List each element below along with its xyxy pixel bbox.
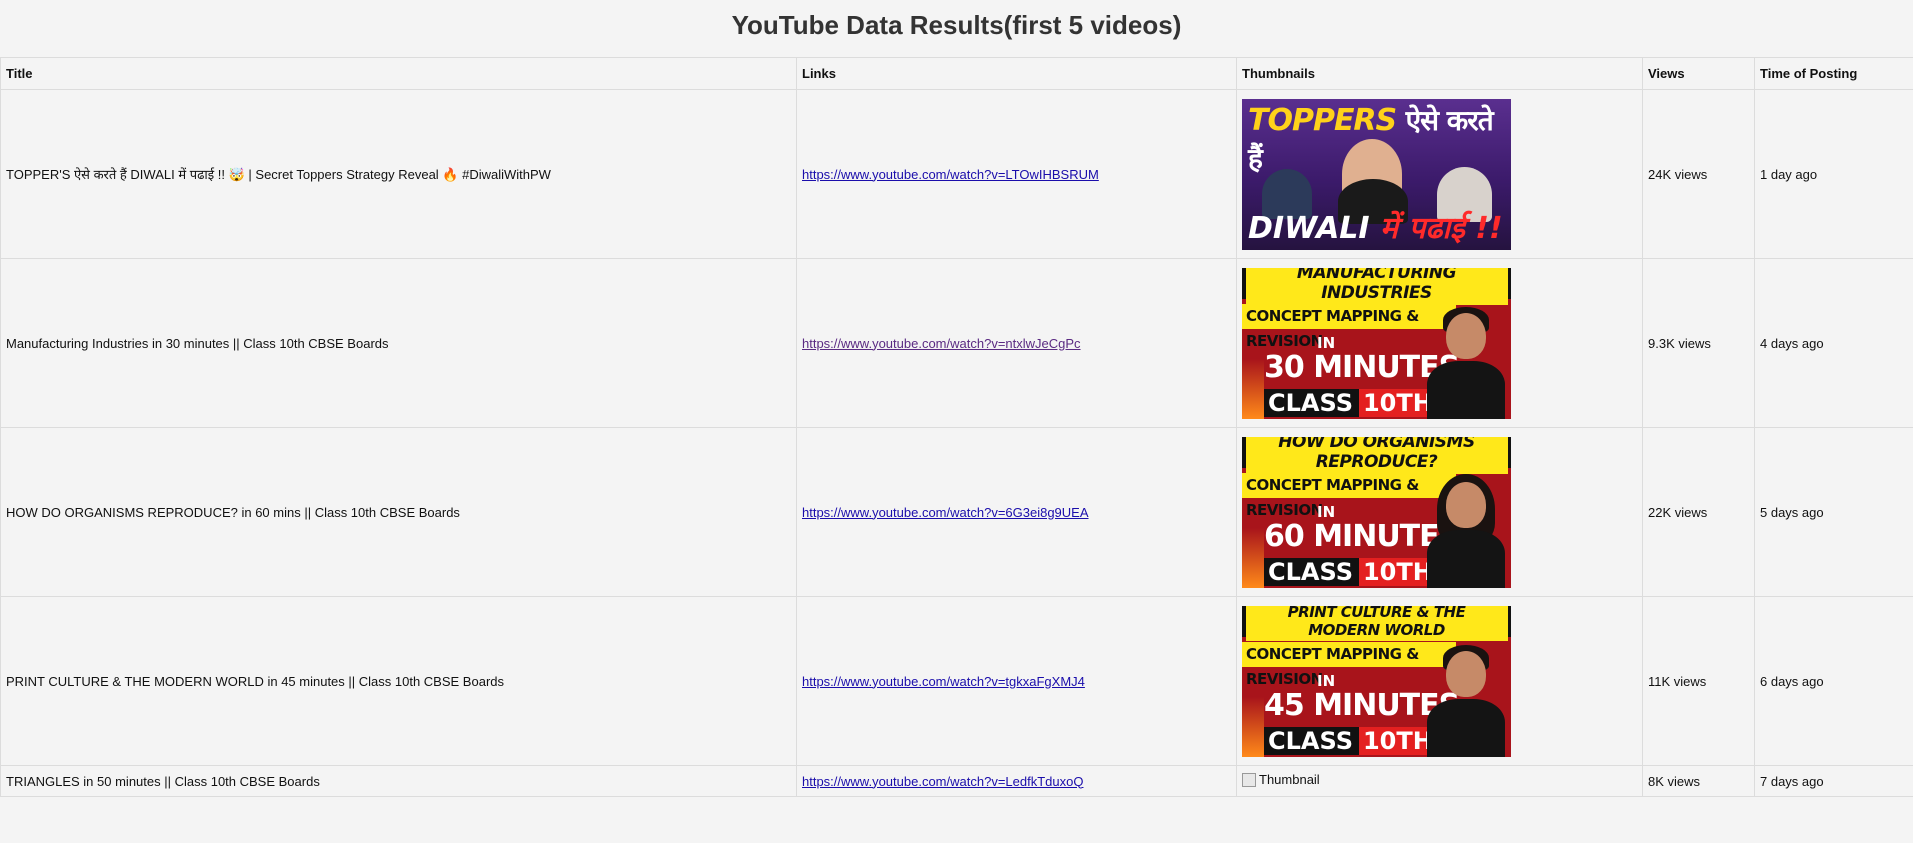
presenter-figure: [1427, 644, 1505, 757]
video-title: TOPPER'S ऐसे करते हैं DIWALI में पढाई !!…: [0, 89, 797, 259]
thumbnail-banner: MANUFACTURING INDUSTRIES: [1242, 267, 1511, 305]
video-link-cell: https://www.youtube.com/watch?v=6G3ei8g9…: [796, 427, 1237, 597]
video-time: 7 days ago: [1754, 765, 1913, 797]
video-time: 1 day ago: [1754, 89, 1913, 259]
video-link-cell: https://www.youtube.com/watch?v=tgkxaFgX…: [796, 596, 1237, 766]
thumbnail-class-number: 10TH: [1358, 726, 1437, 755]
thumbnail-subtitle: CONCEPT MAPPING & REVISION: [1242, 641, 1456, 688]
table-row: TOPPER'S ऐसे करते हैं DIWALI में पढाई !!…: [0, 89, 1913, 259]
video-views: 11K views: [1642, 596, 1755, 766]
thumbnail-cell: PRINT CULTURE & THE MODERN WORLD CONCEPT…: [1236, 596, 1643, 766]
results-table: Title Links Thumbnails Views Time of Pos…: [0, 57, 1913, 797]
header-links: Links: [796, 57, 1237, 90]
header-row: Title Links Thumbnails Views Time of Pos…: [0, 57, 1913, 90]
thumbnail-text-en: TOPPERS: [1248, 102, 1397, 138]
presenter-head: [1446, 312, 1486, 359]
header-thumbnails: Thumbnails: [1236, 57, 1643, 90]
header-title: Title: [0, 57, 797, 90]
thumbnail-subtitle: CONCEPT MAPPING & REVISION: [1242, 303, 1456, 350]
video-views: 24K views: [1642, 89, 1755, 259]
thumbnail-banner-text: PRINT CULTURE & THE MODERN WORLD: [1245, 605, 1508, 641]
video-link[interactable]: https://www.youtube.com/watch?v=tgkxaFgX…: [802, 674, 1085, 689]
video-thumbnail[interactable]: PRINT CULTURE & THE MODERN WORLD CONCEPT…: [1242, 605, 1511, 757]
video-link-cell: https://www.youtube.com/watch?v=LedfkTdu…: [796, 765, 1237, 797]
fire-decoration: [1242, 696, 1264, 757]
thumbnail-cell: MANUFACTURING INDUSTRIES CONCEPT MAPPING…: [1236, 258, 1643, 428]
broken-image-icon: [1242, 772, 1256, 787]
video-time: 5 days ago: [1754, 427, 1913, 597]
thumbnail-cell: HOW DO ORGANISMS REPRODUCE? CONCEPT MAPP…: [1236, 427, 1643, 597]
thumbnail-banner-text: MANUFACTURING INDUSTRIES: [1245, 267, 1508, 305]
presenter-body: [1427, 529, 1505, 588]
video-thumbnail[interactable]: HOW DO ORGANISMS REPRODUCE? CONCEPT MAPP…: [1242, 436, 1511, 588]
table-row: PRINT CULTURE & THE MODERN WORLD in 45 m…: [0, 596, 1913, 766]
thumbnail-banner: PRINT CULTURE & THE MODERN WORLD: [1242, 605, 1511, 641]
thumbnail-class: CLASS 10TH: [1264, 388, 1437, 417]
video-title: HOW DO ORGANISMS REPRODUCE? in 60 mins |…: [0, 427, 797, 597]
table-row: TRIANGLES in 50 minutes || Class 10th CB…: [0, 765, 1913, 797]
thumbnail-class-label: CLASS: [1268, 557, 1353, 586]
thumbnail-class-label: CLASS: [1268, 726, 1353, 755]
page-title: YouTube Data Results(first 5 videos): [731, 10, 1182, 40]
video-link-cell: https://www.youtube.com/watch?v=LTOwIHBS…: [796, 89, 1237, 259]
table-row: Manufacturing Industries in 30 minutes |…: [0, 258, 1913, 428]
presenter-body: [1427, 698, 1505, 757]
thumbnail-subtitle: CONCEPT MAPPING & REVISION: [1242, 472, 1456, 519]
video-time: 4 days ago: [1754, 258, 1913, 428]
presenter-figure: [1427, 306, 1505, 419]
table-row: HOW DO ORGANISMS REPRODUCE? in 60 mins |…: [0, 427, 1913, 597]
thumbnail-class: CLASS 10TH: [1264, 726, 1437, 755]
video-thumbnail[interactable]: Thumbnail: [1242, 772, 1320, 787]
video-views: 22K views: [1642, 427, 1755, 597]
video-link-cell: https://www.youtube.com/watch?v=ntxlwJeC…: [796, 258, 1237, 428]
thumbnail-banner: HOW DO ORGANISMS REPRODUCE?: [1242, 436, 1511, 474]
presenter-figure: [1427, 473, 1505, 588]
header-time: Time of Posting: [1754, 57, 1913, 90]
thumbnail-text-en: DIWALI: [1248, 210, 1370, 246]
video-thumbnail[interactable]: MANUFACTURING INDUSTRIES CONCEPT MAPPING…: [1242, 267, 1511, 419]
thumbnail-alt-text: Thumbnail: [1259, 772, 1320, 788]
video-link[interactable]: https://www.youtube.com/watch?v=LTOwIHBS…: [802, 167, 1099, 182]
thumbnail-cell: TOPPERS ऐसे करते हैं DIWALI में पढाई !!: [1236, 89, 1643, 259]
video-time: 6 days ago: [1754, 596, 1913, 766]
video-title: Manufacturing Industries in 30 minutes |…: [0, 258, 797, 428]
thumbnail-banner-text: HOW DO ORGANISMS REPRODUCE?: [1245, 436, 1508, 474]
video-link[interactable]: https://www.youtube.com/watch?v=LedfkTdu…: [802, 774, 1083, 789]
thumbnail-class-number: 10TH: [1358, 557, 1437, 586]
video-title: PRINT CULTURE & THE MODERN WORLD in 45 m…: [0, 596, 797, 766]
presenter-head: [1446, 481, 1486, 528]
thumbnail-class: CLASS 10TH: [1264, 557, 1437, 586]
video-link[interactable]: https://www.youtube.com/watch?v=6G3ei8g9…: [802, 505, 1089, 520]
presenter-body: [1427, 360, 1505, 419]
thumbnail-footer: DIWALI में पढाई !!: [1248, 206, 1507, 247]
presenter-head: [1446, 650, 1486, 697]
video-views: 8K views: [1642, 765, 1755, 797]
video-thumbnail[interactable]: TOPPERS ऐसे करते हैं DIWALI में पढाई !!: [1242, 98, 1511, 250]
thumbnail-text-hi: में पढाई !!: [1380, 210, 1503, 246]
fire-decoration: [1242, 358, 1264, 419]
thumbnail-cell: Thumbnail: [1236, 765, 1643, 797]
header-views: Views: [1642, 57, 1755, 90]
video-link[interactable]: https://www.youtube.com/watch?v=ntxlwJeC…: [802, 336, 1081, 351]
thumbnail-class-label: CLASS: [1268, 388, 1353, 417]
fire-decoration: [1242, 527, 1264, 588]
video-views: 9.3K views: [1642, 258, 1755, 428]
video-title: TRIANGLES in 50 minutes || Class 10th CB…: [0, 765, 797, 797]
thumbnail-class-number: 10TH: [1358, 388, 1437, 417]
